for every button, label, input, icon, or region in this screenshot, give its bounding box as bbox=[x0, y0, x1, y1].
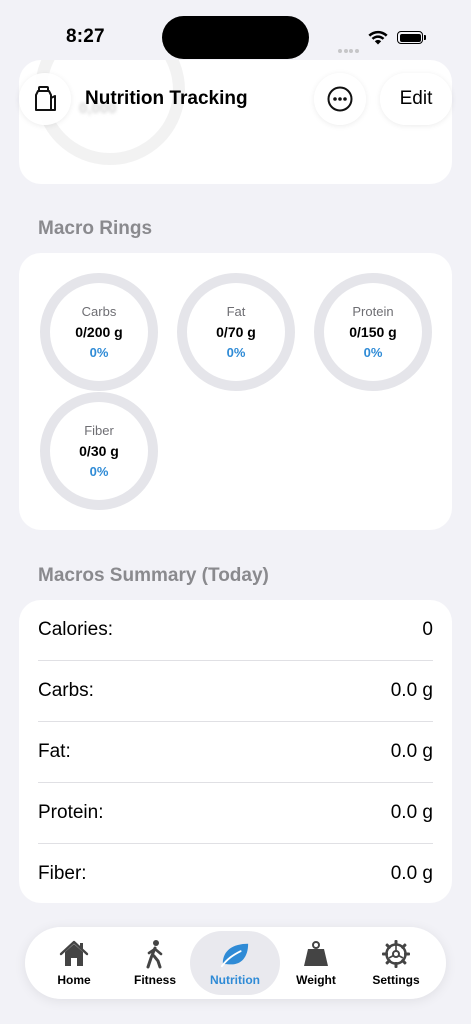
section-header-macro-rings: Macro Rings bbox=[38, 218, 153, 239]
scale-weight-icon bbox=[301, 939, 331, 969]
edit-button[interactable]: Edit bbox=[380, 73, 452, 125]
tab-label: Weight bbox=[296, 973, 336, 987]
summary-label: Fiber: bbox=[38, 863, 87, 884]
tab-weight[interactable]: Weight bbox=[271, 931, 361, 995]
tab-settings[interactable]: Settings bbox=[351, 931, 441, 995]
ring-percent: 0% bbox=[89, 345, 109, 360]
summary-label: Calories: bbox=[38, 619, 113, 640]
battery-icon bbox=[397, 31, 427, 44]
tab-label: Fitness bbox=[133, 973, 176, 987]
summary-row-protein: Protein: 0.0 g bbox=[38, 783, 452, 843]
ring-value: 0/30 g bbox=[79, 443, 119, 459]
summary-value: 0.0 g bbox=[390, 863, 433, 884]
macro-ring-protein[interactable]: Protein 0/150 g 0% bbox=[314, 273, 432, 391]
summary-value: 0.0 g bbox=[390, 680, 433, 701]
tab-bar: Home Fitness Nutrition Weight Settings bbox=[25, 927, 446, 999]
ring-value: 0/200 g bbox=[75, 324, 123, 340]
wifi-icon bbox=[368, 30, 388, 45]
tab-label: Home bbox=[57, 973, 91, 987]
status-time: 8:27 bbox=[66, 26, 105, 47]
nutrition-jar-icon[interactable] bbox=[19, 73, 71, 125]
summary-value: 0.0 g bbox=[390, 741, 433, 762]
calories-ring-card: 0,000 bbox=[19, 60, 452, 184]
tab-fitness[interactable]: Fitness bbox=[110, 931, 200, 995]
ellipsis-circle-icon bbox=[327, 86, 353, 112]
macros-summary-card: Calories: 0 Carbs: 0.0 g Fat: 0.0 g Prot… bbox=[19, 600, 452, 903]
page-title: Nutrition Tracking bbox=[85, 88, 248, 109]
more-options-button[interactable] bbox=[314, 73, 366, 125]
tab-label: Settings bbox=[372, 973, 420, 987]
macro-rings-card: Carbs 0/200 g 0% Fat 0/70 g 0% Protein 0… bbox=[19, 253, 452, 530]
summary-row-fat: Fat: 0.0 g bbox=[38, 722, 452, 782]
tab-label: Nutrition bbox=[210, 973, 260, 987]
ring-label: Protein bbox=[352, 304, 394, 319]
summary-label: Protein: bbox=[38, 802, 104, 823]
summary-row-fiber: Fiber: 0.0 g bbox=[38, 844, 452, 903]
leaf-icon bbox=[220, 939, 250, 969]
house-icon bbox=[59, 939, 89, 969]
summary-row-carbs: Carbs: 0.0 g bbox=[38, 661, 452, 721]
summary-value: 0.0 g bbox=[390, 802, 433, 823]
summary-row-calories: Calories: 0 bbox=[38, 600, 452, 660]
summary-value: 0 bbox=[422, 619, 433, 640]
status-bar: 8:27 bbox=[0, 0, 471, 70]
cellular-signal-icon bbox=[338, 40, 360, 53]
ring-label: Carbs bbox=[81, 304, 117, 319]
ring-label: Fiber bbox=[84, 423, 114, 438]
dynamic-island bbox=[162, 16, 309, 59]
gear-icon bbox=[381, 939, 411, 969]
walking-figure-icon bbox=[140, 939, 170, 969]
summary-label: Carbs: bbox=[38, 680, 94, 701]
macro-ring-carbs[interactable]: Carbs 0/200 g 0% bbox=[40, 273, 158, 391]
ring-percent: 0% bbox=[226, 345, 246, 360]
tab-home[interactable]: Home bbox=[29, 931, 119, 995]
tab-nutrition[interactable]: Nutrition bbox=[190, 931, 280, 995]
ring-percent: 0% bbox=[89, 464, 109, 479]
ring-value: 0/70 g bbox=[216, 324, 256, 340]
ring-percent: 0% bbox=[363, 345, 383, 360]
section-header-macros-summary: Macros Summary (Today) bbox=[38, 565, 269, 586]
nutrition-tracking-screen: 0,000 8:27 Nutrition Tracking Edit Macro… bbox=[0, 0, 471, 1024]
macro-ring-fiber[interactable]: Fiber 0/30 g 0% bbox=[40, 392, 158, 510]
summary-label: Fat: bbox=[38, 741, 71, 762]
macro-ring-fat[interactable]: Fat 0/70 g 0% bbox=[177, 273, 295, 391]
ring-label: Fat bbox=[226, 304, 246, 319]
ring-value: 0/150 g bbox=[349, 324, 397, 340]
